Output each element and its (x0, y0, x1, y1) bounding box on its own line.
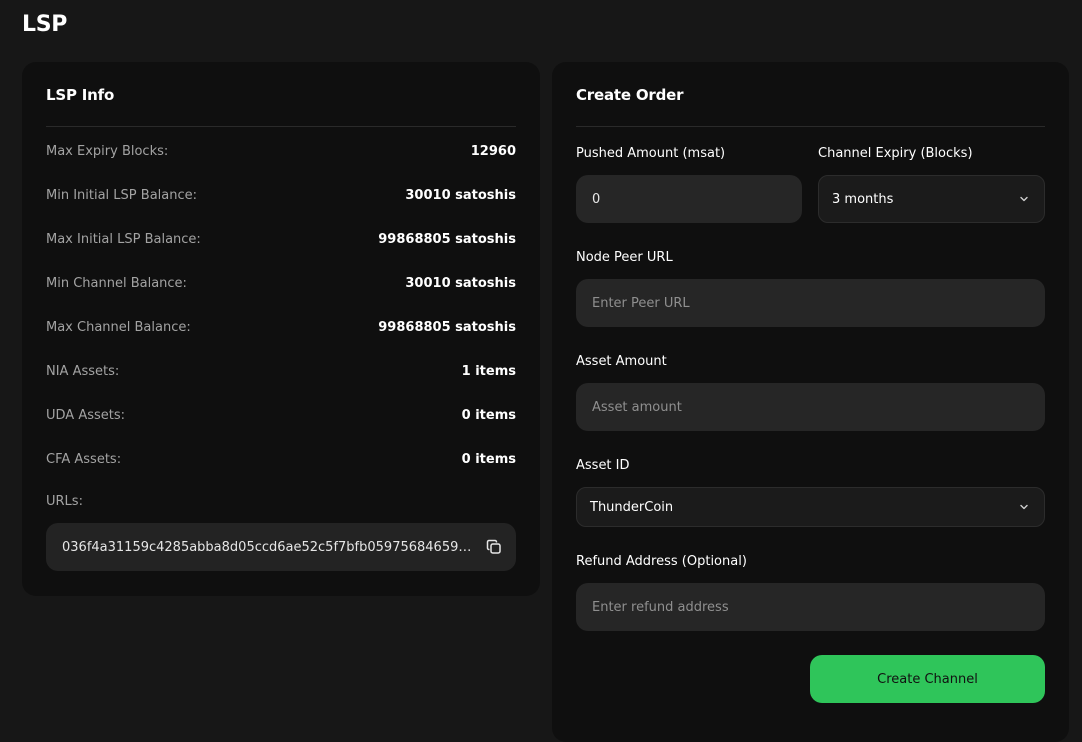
info-label: CFA Assets: (46, 451, 122, 467)
info-value: 99868805 satoshis (378, 231, 516, 247)
info-row-max-initial-lsp-balance: Max Initial LSP Balance: 99868805 satosh… (46, 229, 516, 249)
page-title: LSP (22, 12, 68, 37)
lsp-info-divider (46, 126, 516, 127)
url-text[interactable]: 036f4a31159c4285abba8d05ccd6ae52c5f7bfb0… (62, 540, 474, 555)
pushed-amount-input[interactable] (576, 175, 802, 223)
urls-label: URLs: (46, 494, 83, 509)
info-value: 1 items (461, 363, 516, 379)
create-channel-button[interactable]: Create Channel (810, 655, 1045, 703)
url-box: 036f4a31159c4285abba8d05ccd6ae52c5f7bfb0… (46, 523, 516, 571)
asset-amount-label: Asset Amount (576, 354, 667, 369)
info-row-max-expiry-blocks: Max Expiry Blocks: 12960 (46, 141, 516, 161)
node-peer-url-input[interactable] (576, 279, 1045, 327)
info-label: Max Channel Balance: (46, 319, 191, 335)
info-value: 0 items (461, 451, 516, 467)
info-value: 0 items (461, 407, 516, 423)
info-value: 99868805 satoshis (378, 319, 516, 335)
create-order-divider (576, 126, 1045, 127)
info-row-cfa-assets: CFA Assets: 0 items (46, 449, 516, 469)
chevron-down-icon (1018, 501, 1030, 513)
channel-expiry-selected: 3 months (832, 191, 894, 207)
asset-id-selected: ThunderCoin (590, 499, 674, 515)
refund-address-input[interactable] (576, 583, 1045, 631)
create-order-card: Create Order Pushed Amount (msat) Channe… (552, 62, 1069, 742)
info-row-uda-assets: UDA Assets: 0 items (46, 405, 516, 425)
copy-icon[interactable] (484, 537, 504, 557)
channel-expiry-select[interactable]: 3 months (818, 175, 1045, 223)
info-row-min-channel-balance: Min Channel Balance: 30010 satoshis (46, 273, 516, 293)
info-label: Min Channel Balance: (46, 275, 187, 291)
channel-expiry-label: Channel Expiry (Blocks) (818, 146, 973, 161)
lsp-info-card: LSP Info Max Expiry Blocks: 12960 Min In… (22, 62, 540, 596)
asset-amount-input[interactable] (576, 383, 1045, 431)
info-label: UDA Assets: (46, 407, 126, 423)
info-row-nia-assets: NIA Assets: 1 items (46, 361, 516, 381)
info-label: Max Initial LSP Balance: (46, 231, 201, 247)
refund-address-label: Refund Address (Optional) (576, 554, 747, 569)
info-row-max-channel-balance: Max Channel Balance: 99868805 satoshis (46, 317, 516, 337)
asset-id-label: Asset ID (576, 458, 630, 473)
info-value: 12960 (470, 143, 516, 159)
chevron-down-icon (1018, 193, 1030, 205)
lsp-info-title: LSP Info (46, 86, 115, 104)
info-label: Min Initial LSP Balance: (46, 187, 197, 203)
node-peer-url-label: Node Peer URL (576, 250, 673, 265)
asset-id-select[interactable]: ThunderCoin (576, 487, 1045, 527)
pushed-amount-label: Pushed Amount (msat) (576, 146, 726, 161)
info-label: NIA Assets: (46, 363, 120, 379)
info-value: 30010 satoshis (405, 187, 516, 203)
info-label: Max Expiry Blocks: (46, 143, 169, 159)
info-value: 30010 satoshis (405, 275, 516, 291)
info-row-min-initial-lsp-balance: Min Initial LSP Balance: 30010 satoshis (46, 185, 516, 205)
create-order-title: Create Order (576, 86, 684, 104)
